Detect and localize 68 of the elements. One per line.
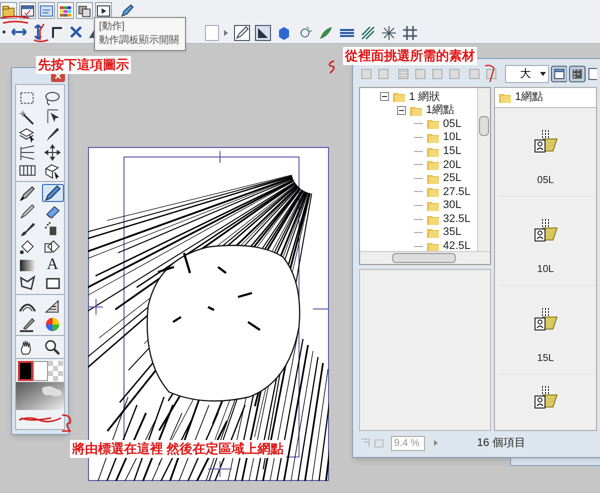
tone-material-icon — [532, 218, 558, 242]
color-wheel-icon — [44, 316, 61, 332]
hash-icon[interactable] — [401, 24, 419, 42]
triangle-ruler-icon[interactable] — [254, 24, 272, 42]
tool-button[interactable] — [42, 184, 64, 202]
pen-tool-icon[interactable] — [233, 24, 251, 42]
brush-icon — [19, 220, 36, 238]
polygon-icon — [19, 274, 36, 292]
collapse-icon[interactable] — [380, 92, 389, 102]
tone-material-icon — [532, 129, 558, 153]
transparent-swatch[interactable] — [48, 361, 62, 381]
material-item[interactable]: 10L — [497, 197, 594, 286]
nib-pen-icon — [19, 184, 36, 202]
tool-button[interactable] — [42, 143, 64, 161]
lines-icon[interactable] — [359, 24, 377, 42]
color-grid-button[interactable] — [57, 2, 74, 19]
grid-view-button[interactable] — [569, 65, 586, 83]
corner-icon[interactable] — [49, 24, 65, 40]
folder-path: 1網點 — [515, 90, 544, 106]
bucket-select-icon — [44, 238, 61, 256]
ruler-icon — [19, 144, 36, 160]
status-text: 16 個項目 — [477, 436, 526, 451]
collapse-icon[interactable] — [397, 106, 406, 115]
pen-line-icon — [19, 316, 36, 332]
scrollbar-thumb[interactable] — [479, 116, 489, 136]
size-dropdown[interactable]: 大 — [504, 65, 549, 83]
feather-icon[interactable] — [317, 24, 335, 42]
tree-item[interactable]: 42.5L — [443, 238, 471, 255]
panel-icon — [39, 2, 54, 18]
tone-material-icon — [532, 385, 558, 409]
vertical-scrollbar[interactable] — [477, 88, 490, 252]
tooltip-text: 動作調板顯示開關 — [99, 34, 180, 48]
marker-icon — [19, 202, 36, 220]
bucket-icon — [19, 238, 36, 256]
list-view-button[interactable] — [550, 65, 568, 83]
marquee-icon — [19, 90, 36, 106]
annotation-text: 先按下這項圖示 — [36, 56, 131, 74]
annotation-mark — [326, 60, 336, 74]
box-select-icon — [44, 162, 61, 178]
annotation-text: 從裡面挑選所需的素材 — [343, 47, 477, 65]
scrollbar-thumb[interactable] — [392, 253, 456, 263]
panel-button[interactable] — [38, 2, 55, 19]
input-field[interactable] — [205, 25, 219, 41]
lasso-icon — [44, 90, 61, 106]
caret-icon — [540, 71, 546, 77]
annotation-mark — [60, 413, 74, 433]
move-icon — [44, 144, 61, 160]
annotation-text: 將由標選在這裡 然後在定區域上網點 — [70, 440, 286, 458]
triangle-ruler-icon — [44, 298, 61, 314]
background-color-swatch[interactable] — [32, 361, 48, 381]
pencil-icon — [44, 184, 61, 202]
tone-material-icon — [532, 307, 558, 331]
tool-button[interactable]: A — [42, 256, 64, 274]
foreground-color-swatch[interactable] — [18, 361, 32, 381]
layer-select-icon — [19, 126, 36, 142]
annotation-mark — [484, 63, 496, 83]
magnifier-icon — [44, 338, 61, 356]
star-ruler-icon[interactable] — [380, 24, 398, 42]
dots-icon[interactable] — [396, 66, 412, 82]
cross-arrows-icon[interactable] — [68, 24, 84, 40]
pen-button[interactable] — [118, 2, 135, 19]
material-item[interactable]: 15L — [497, 286, 594, 375]
tooltip-title: [動作] — [99, 20, 126, 34]
magic-wand-icon — [19, 108, 36, 124]
layers-button[interactable] — [76, 2, 93, 19]
horizontal-scrollbar[interactable] — [360, 251, 490, 264]
tone-preview — [16, 382, 64, 410]
material-item[interactable]: 05L — [497, 108, 594, 197]
